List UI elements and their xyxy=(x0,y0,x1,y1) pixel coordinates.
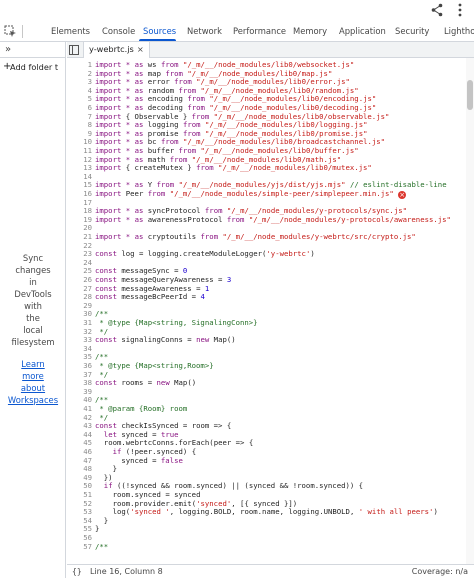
editor-tab-strip: y-webrtc.js × xyxy=(67,42,474,58)
learn-more-link-line[interactable]: Workspaces xyxy=(0,394,66,406)
workspace-message: Sync changes in DevTools with the local … xyxy=(0,252,66,348)
file-tab-label: y-webrtc.js xyxy=(89,44,134,54)
workspace-message-line: DevTools xyxy=(14,289,52,299)
learn-more-link-line[interactable]: more xyxy=(0,370,66,382)
code-line[interactable]: import * as awarenessProtocol from "/_m/… xyxy=(95,215,451,225)
code-line[interactable]: import * as cryptoutils from "/_m/__/nod… xyxy=(95,232,416,242)
coverage-status: Coverage: n/a xyxy=(411,567,468,576)
workspace-message-line: in xyxy=(29,277,37,287)
toggle-navigator-icon[interactable] xyxy=(69,45,79,55)
code-area[interactable]: 1 import * as ws from "/_m/__/node_module… xyxy=(67,58,474,564)
tab-security[interactable]: Security xyxy=(395,21,429,41)
learn-more-link-line[interactable]: Learn xyxy=(0,358,66,370)
workspace-message-line: the xyxy=(26,313,40,323)
code-line[interactable]: log('synced ', logging.BOLD, room.name, … xyxy=(95,507,438,517)
tab-console[interactable]: Console xyxy=(102,21,135,41)
cursor-position: Line 16, Column 8 xyxy=(90,567,163,576)
code-line[interactable]: /** xyxy=(95,542,108,552)
editor-scrollbar[interactable] xyxy=(466,58,474,564)
code-line[interactable]: * @type {Map<string, SignalingConn>} xyxy=(95,318,257,328)
code-line[interactable]: import Peer from "/_m/__/node_modules/si… xyxy=(95,189,407,199)
workspace-message-line: with xyxy=(24,301,42,311)
close-tab-icon[interactable]: × xyxy=(137,44,144,54)
tab-elements[interactable]: Elements xyxy=(51,21,90,41)
code-line[interactable]: const messageBcPeerId = 4 xyxy=(95,292,205,302)
more-options-icon[interactable] xyxy=(455,2,465,18)
tab-lighthouse[interactable]: Lighthouse xyxy=(444,21,474,41)
workspace-message-line: Sync xyxy=(22,253,44,263)
code-line[interactable]: const signalingConns = new Map() xyxy=(95,335,236,345)
file-tab-y-webrtc[interactable]: y-webrtc.js × xyxy=(83,42,150,58)
code-line[interactable]: const rooms = new Map() xyxy=(95,378,196,388)
add-folder-button[interactable]: + Add folder t xyxy=(0,58,66,76)
editor-status-bar: {} Line 16, Column 8 Coverage: n/a xyxy=(67,564,474,578)
code-line[interactable]: * @type {Map<string,Room>} xyxy=(95,361,213,371)
tab-performance[interactable]: Performance xyxy=(233,21,286,41)
source-editor: y-webrtc.js × 1 import * as ws from "/_m/_… xyxy=(67,42,474,578)
error-icon[interactable]: × xyxy=(398,191,407,199)
line-number[interactable]: 57 xyxy=(67,542,92,552)
code-line[interactable]: import { createMutex } from "/_m/__/node… xyxy=(95,163,372,173)
tab-application[interactable]: Application xyxy=(339,21,386,41)
sources-sidebar: » + Add folder t Sync changes in DevTool… xyxy=(0,42,66,578)
tab-network[interactable]: Network xyxy=(187,21,222,41)
window-top-bar xyxy=(0,0,474,21)
tab-separator xyxy=(22,25,23,38)
scrollbar-thumb[interactable] xyxy=(467,80,473,110)
inspect-element-icon[interactable] xyxy=(4,25,17,38)
tab-memory[interactable]: Memory xyxy=(293,21,327,41)
share-icon[interactable] xyxy=(431,3,443,17)
learn-more-link[interactable]: Learn more about Workspaces xyxy=(0,358,66,406)
workspace-message-line: filesystem xyxy=(11,337,55,347)
more-tabs-icon[interactable]: » xyxy=(5,43,11,56)
code-line[interactable]: * @param {Room} room xyxy=(95,404,187,414)
code-line[interactable]: const log = logging.createModuleLogger('… xyxy=(95,249,315,259)
pretty-print-button[interactable]: {} xyxy=(72,565,82,578)
workspace-message-line: local xyxy=(23,325,43,335)
code-line[interactable]: } xyxy=(95,525,99,534)
devtools-panel-tabs: Elements Console Sources Network Perform… xyxy=(0,21,474,42)
add-folder-label: Add folder t xyxy=(10,62,59,72)
workspace-message-line: changes xyxy=(15,265,51,275)
sidebar-header: » xyxy=(0,42,66,58)
learn-more-link-line[interactable]: about xyxy=(0,382,66,394)
